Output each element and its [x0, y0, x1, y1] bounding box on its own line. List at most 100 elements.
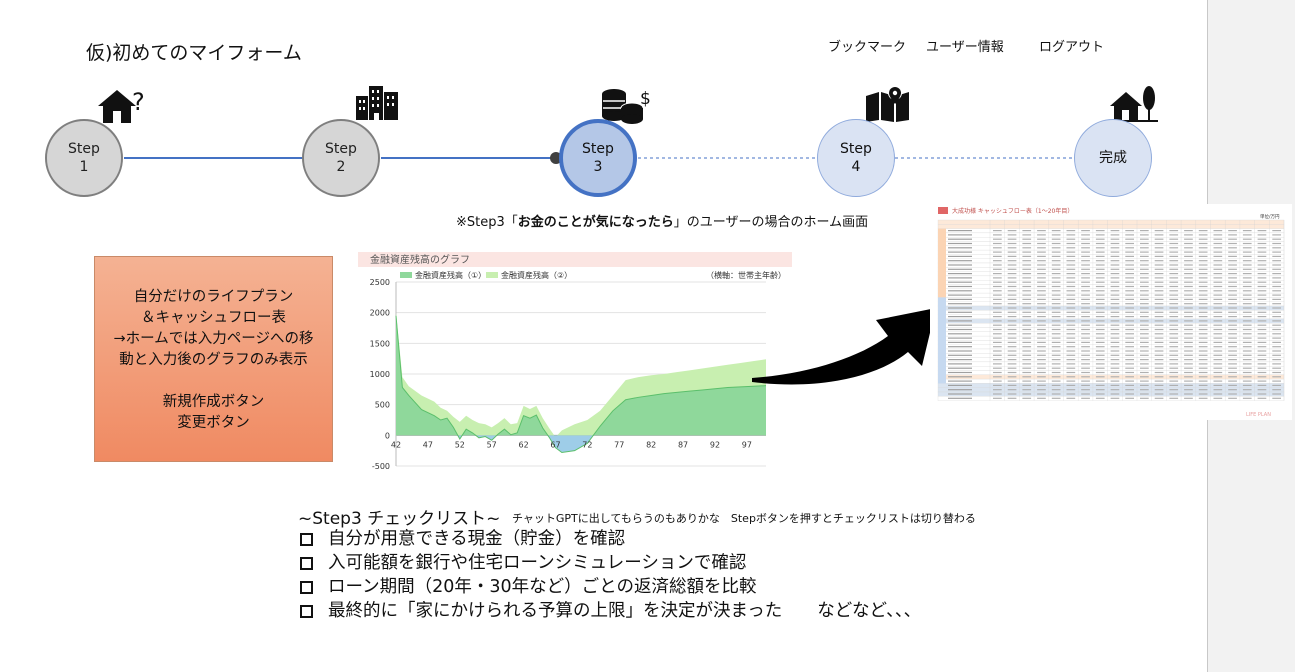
home-screen-note: ※Step3「お金のことが気になったら」のユーザーの場合のホーム画面 — [456, 211, 868, 230]
cf-cell — [1095, 281, 1105, 283]
cf-cell — [1081, 251, 1090, 253]
cf-cell — [1228, 247, 1237, 249]
lifeplan-info-box: 自分だけのライフプラン ＆キャッシュフロー表 →ホームでは入力ページへの移 動と… — [94, 256, 333, 462]
cf-cell — [1257, 255, 1267, 257]
cf-cell — [1051, 354, 1061, 356]
cf-cell — [1154, 376, 1164, 378]
cf-cell — [1110, 359, 1120, 361]
cf-cell — [1125, 273, 1134, 275]
cf-cell — [1066, 307, 1076, 309]
cf-cell — [1213, 359, 1223, 361]
cf-cell — [1051, 320, 1061, 322]
cf-cell — [1154, 397, 1164, 399]
cf-cell — [1051, 341, 1061, 343]
cf-cell — [1213, 384, 1223, 386]
cf-cell — [1272, 376, 1281, 378]
cf-label-cell — [948, 281, 972, 283]
cf-cell — [1184, 273, 1193, 275]
cf-cell — [993, 328, 1002, 331]
cf-cell — [993, 397, 1002, 399]
cf-cell — [1140, 341, 1149, 343]
cf-cell — [1184, 264, 1193, 266]
cf-cell — [1095, 354, 1105, 356]
cf-cell — [1257, 285, 1267, 288]
cf-cell — [1198, 359, 1208, 361]
cf-cell — [1007, 354, 1017, 356]
step-2-button[interactable]: Step 2 — [302, 119, 380, 197]
cf-cell — [1140, 303, 1149, 305]
cf-cell — [1037, 333, 1046, 335]
cf-cell — [1213, 341, 1223, 343]
cf-cell — [1272, 298, 1281, 300]
cf-cell — [1213, 376, 1223, 378]
cf-cell — [1272, 316, 1281, 318]
cf-cell — [1154, 238, 1164, 240]
cf-label-cell — [948, 273, 972, 275]
cf-cell — [1272, 290, 1281, 292]
cf-cell — [1110, 350, 1120, 352]
x-tick-label: 62 — [518, 440, 528, 449]
cf-label-cell — [948, 311, 972, 313]
cf-cell — [1228, 230, 1237, 232]
cf-cell — [1125, 316, 1134, 318]
cf-label-cell — [948, 234, 972, 236]
checkbox[interactable] — [300, 532, 313, 546]
cf-cell — [1081, 264, 1090, 266]
cf-cell — [1110, 389, 1120, 391]
cf-cell — [1184, 260, 1193, 262]
cf-cell — [1198, 238, 1208, 240]
cf-cell — [1242, 389, 1252, 391]
svg-text:?: ? — [132, 88, 145, 116]
step-3-button[interactable]: Step 3 — [559, 119, 637, 197]
cf-cell — [1169, 389, 1179, 391]
checklist-item: 自分が用意できる現金（貯金）を確認 — [300, 527, 921, 551]
cf-cell — [1154, 303, 1164, 305]
cf-cell — [1242, 247, 1252, 249]
cf-cell — [1110, 363, 1120, 365]
cf-cell — [1184, 298, 1193, 300]
checkbox[interactable] — [300, 580, 313, 594]
cf-cell — [1110, 294, 1120, 296]
cf-cell — [1213, 328, 1223, 331]
cf-cell — [1066, 337, 1076, 339]
cf-cell — [1051, 328, 1061, 331]
checkbox[interactable] — [300, 604, 313, 618]
cf-label-cell — [948, 303, 972, 305]
cf-cell — [1169, 354, 1179, 356]
cf-cell — [1066, 367, 1076, 369]
complete-button[interactable]: 完成 — [1074, 119, 1152, 197]
cf-cell — [1213, 307, 1223, 309]
cf-cell — [1037, 337, 1046, 339]
step-1-number: 1 — [79, 159, 89, 175]
cf-cell — [1272, 255, 1281, 257]
cf-cell — [1272, 260, 1281, 262]
cf-cell — [1228, 316, 1237, 318]
cf-cell — [1169, 367, 1179, 369]
cf-label-cell — [948, 247, 972, 249]
cf-cell — [1242, 337, 1252, 339]
checkbox[interactable] — [300, 556, 313, 570]
cf-cell — [1081, 277, 1090, 279]
cf-cell — [1228, 251, 1237, 253]
cf-label-cell — [948, 268, 972, 270]
step-4-button[interactable]: Step 4 — [817, 119, 895, 197]
cf-cell — [1051, 384, 1061, 386]
cf-cell — [1066, 290, 1076, 292]
cf-cell — [1242, 380, 1252, 382]
cf-cell — [1125, 294, 1134, 296]
cf-cell — [1081, 242, 1090, 245]
cf-cell — [1110, 285, 1120, 288]
cf-cell — [1081, 367, 1090, 369]
cf-cell — [1154, 371, 1164, 374]
cf-cell — [1198, 397, 1208, 399]
cf-cell — [1198, 242, 1208, 245]
cf-cell — [1125, 324, 1134, 326]
cf-cell — [1242, 333, 1252, 335]
cf-cell — [1257, 290, 1267, 292]
cf-cell — [1154, 264, 1164, 266]
cf-label-cell — [948, 397, 972, 399]
cf-cell — [1007, 260, 1017, 262]
step-1-button[interactable]: Step 1 — [45, 119, 123, 197]
cf-cell — [1140, 264, 1149, 266]
cf-cell — [1198, 277, 1208, 279]
